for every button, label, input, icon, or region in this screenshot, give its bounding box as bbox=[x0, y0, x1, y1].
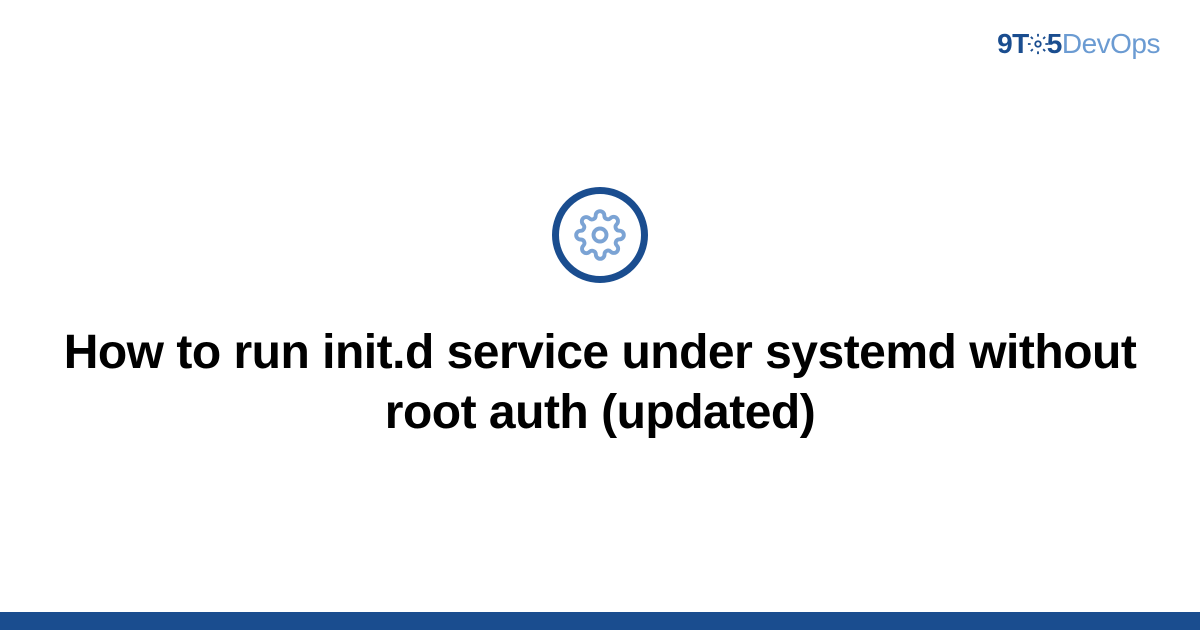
gear-icon bbox=[1027, 33, 1049, 55]
logo-text-9t: 9T bbox=[997, 28, 1029, 59]
icon-circle bbox=[552, 187, 648, 283]
bottom-bar bbox=[0, 612, 1200, 630]
main-content: How to run init.d service under systemd … bbox=[0, 187, 1200, 443]
page-title: How to run init.d service under systemd … bbox=[60, 323, 1140, 443]
logo-text-5: 5 bbox=[1047, 28, 1062, 59]
logo-text-devops: DevOps bbox=[1062, 28, 1160, 59]
gear-icon bbox=[574, 209, 626, 261]
brand-logo: 9T 5DevOps bbox=[997, 28, 1160, 60]
